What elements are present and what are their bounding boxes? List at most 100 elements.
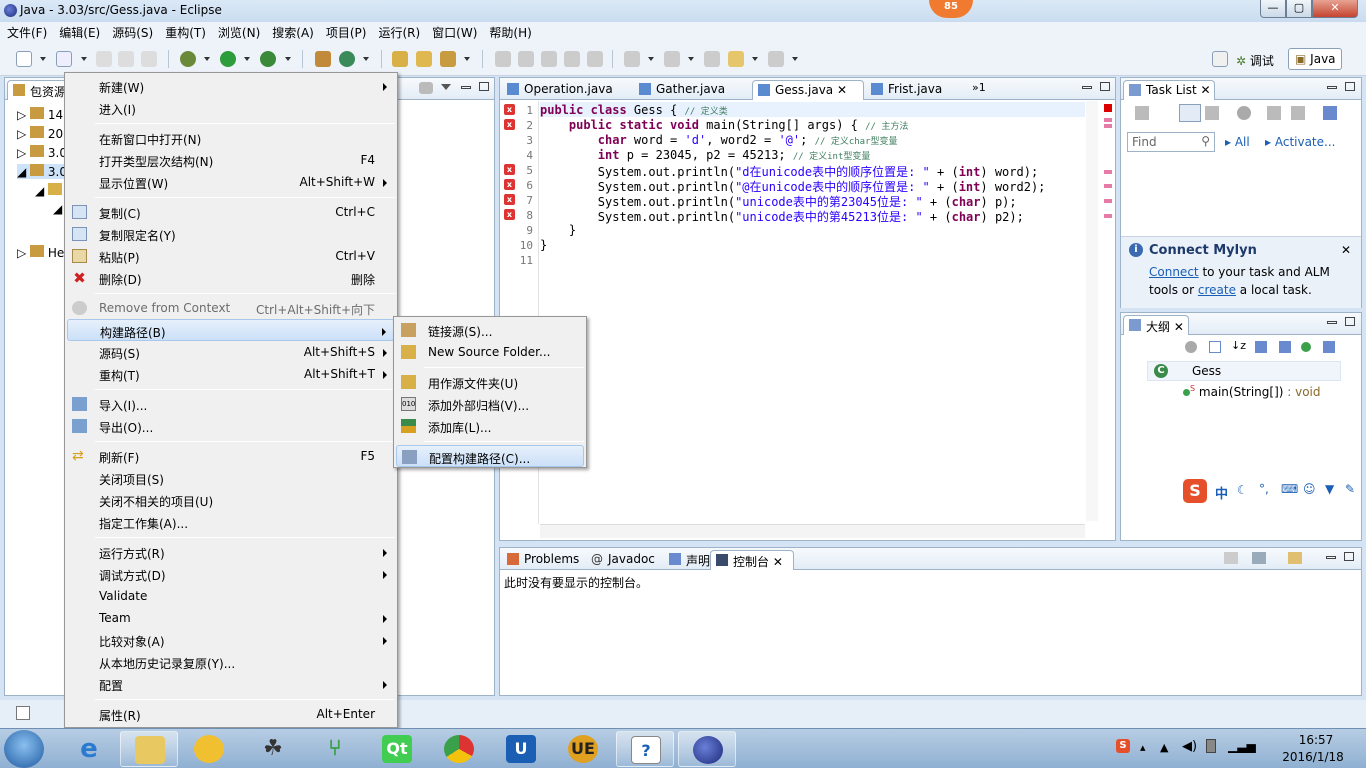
new-package-icon[interactable] — [315, 51, 331, 67]
sort-icon[interactable]: ↓z — [1231, 339, 1246, 352]
error-icon[interactable]: x — [504, 209, 515, 220]
overview-marker[interactable] — [1104, 170, 1112, 174]
focus-icon[interactable] — [1237, 106, 1251, 120]
close-tab-icon[interactable]: ✕ — [837, 83, 847, 97]
close-tab-icon[interactable]: ✕ — [1201, 83, 1211, 97]
error-icon[interactable]: x — [504, 179, 515, 190]
sogou-tray-icon[interactable]: S — [1116, 739, 1130, 753]
menu-item-open-new-window[interactable]: 在新窗口中打开(N) — [67, 127, 395, 149]
tab-console[interactable]: 控制台 ✕ — [710, 550, 794, 570]
display-selected-icon[interactable] — [1224, 552, 1238, 564]
open-perspective-icon[interactable] — [1212, 51, 1228, 67]
scheduled-icon[interactable] — [1205, 106, 1219, 120]
overview-marker[interactable] — [1104, 118, 1112, 122]
tab-operation-java[interactable]: Operation.java — [502, 80, 632, 100]
overview-marker[interactable] — [1104, 124, 1112, 128]
collapse-all-icon[interactable] — [1209, 341, 1221, 353]
menu-item-assign-working-set[interactable]: 指定工作集(A)... — [67, 511, 395, 533]
forward-icon[interactable] — [768, 51, 784, 67]
menu-item-close-project[interactable]: 关闭项目(S) — [67, 467, 395, 489]
menu-refactor[interactable]: 重构(T) — [158, 22, 211, 41]
code-line[interactable]: System.out.println("unicode表中的第45213位是: … — [540, 208, 1024, 225]
menu-item-build-path[interactable]: 构建路径(B) — [67, 319, 395, 341]
error-icon[interactable]: x — [504, 119, 515, 130]
overview-marker[interactable] — [1104, 214, 1112, 218]
tab-gather-java[interactable]: Gather.java — [634, 80, 752, 100]
menu-item-source[interactable]: 源码(S) Alt+Shift+S — [67, 341, 395, 363]
menu-item-team[interactable]: Team — [67, 607, 395, 629]
connect-link[interactable]: Connect — [1149, 265, 1199, 279]
close-mylyn-icon[interactable]: ✕ — [1341, 243, 1351, 257]
save-copy-icon[interactable] — [118, 51, 134, 67]
activate-link[interactable]: ▸ Activate... — [1265, 135, 1335, 149]
tree-item[interactable]: ◢ — [35, 183, 63, 198]
maximize-view-icon[interactable] — [1344, 552, 1354, 561]
hide-static-icon[interactable] — [1279, 341, 1291, 353]
menu-item-configure[interactable]: 配置 — [67, 673, 395, 695]
toggle-icon[interactable] — [1185, 341, 1197, 353]
maximize-view-icon[interactable] — [1345, 317, 1355, 326]
notification-badge[interactable]: 85 — [929, 0, 973, 18]
run-external-icon[interactable] — [260, 51, 276, 67]
maximize-editor-icon[interactable] — [1100, 82, 1110, 91]
print-icon[interactable] — [141, 51, 157, 67]
collapse-all-icon[interactable] — [1267, 106, 1281, 120]
menu-item-configure-build-path[interactable]: 配置构建路径(C)... — [396, 445, 584, 467]
menu-item-copy[interactable]: 复制(C) Ctrl+C — [67, 201, 395, 223]
menu-item-import[interactable]: 导入(I)... — [67, 393, 395, 415]
code-line[interactable]: public static void main(String[] args) {… — [540, 118, 908, 132]
clock-time[interactable]: 16:57 — [1286, 733, 1346, 747]
hide-nonpublic-icon[interactable] — [1301, 342, 1311, 352]
vertical-scrollbar[interactable] — [1086, 101, 1098, 521]
error-icon[interactable]: x — [504, 104, 515, 115]
overview-marker[interactable] — [1104, 199, 1112, 203]
menu-item-copy-qualified-name[interactable]: 复制限定名(Y) — [67, 223, 395, 245]
battery-icon[interactable] — [1206, 739, 1216, 753]
last-edit-icon[interactable] — [704, 51, 720, 67]
menu-search[interactable]: 搜索(A) — [265, 22, 319, 41]
menu-item-use-as-source-folder[interactable]: 用作源文件夹(U) — [396, 371, 584, 393]
menu-item-delete[interactable]: ✖ 删除(D) 删除 — [67, 267, 395, 289]
outline-method-item[interactable]: S main(String[]) : void — [1183, 384, 1321, 399]
menu-item-link-source[interactable]: 链接源(S)... — [396, 319, 584, 341]
minimize-view-icon[interactable] — [1327, 86, 1337, 89]
tab-task-list[interactable]: Task List ✕ — [1123, 80, 1215, 100]
menu-item-add-external-archives[interactable]: 010 添加外部归档(V)... — [396, 393, 584, 415]
block-icon[interactable] — [564, 51, 580, 67]
annotation-icon[interactable] — [495, 51, 511, 67]
menu-item-new[interactable]: 新建(W) — [67, 75, 395, 97]
search-icon[interactable] — [440, 51, 456, 67]
code-line[interactable]: } — [540, 238, 547, 252]
menu-item-show-in[interactable]: 显示位置(W) Alt+Shift+W — [67, 171, 395, 193]
perspective-debug[interactable]: ✲ 调试 — [1236, 52, 1274, 69]
overview-error-marker[interactable] — [1104, 104, 1112, 112]
new-class-icon[interactable] — [339, 51, 355, 67]
error-icon[interactable]: x — [504, 164, 515, 175]
save-all-icon[interactable] — [96, 51, 112, 67]
tree-item[interactable]: ▷ 3.0 — [17, 145, 67, 160]
taskbar-weather[interactable] — [180, 731, 238, 767]
network-icon[interactable]: ▁▃▅ — [1228, 739, 1256, 753]
maximize-view-icon[interactable] — [1345, 82, 1355, 91]
tree-item-selected[interactable]: ◢ 3.0 — [17, 164, 71, 179]
open-folder-icon[interactable] — [416, 51, 432, 67]
close-tab-icon[interactable]: ✕ — [773, 555, 783, 569]
menu-item-properties[interactable]: 属性(R) Alt+Enter — [67, 703, 395, 725]
start-button[interactable] — [4, 730, 44, 768]
close-tab-icon[interactable]: ✕ — [1174, 320, 1184, 334]
taskbar-sourcetree[interactable]: ⑂ — [306, 731, 364, 767]
tree-item[interactable]: ▷ 20 — [17, 126, 63, 141]
ime-toolbar[interactable]: S 中 ☾ °, ⌨ ☺ ▼ ✎ — [1181, 479, 1361, 505]
tab-problems[interactable]: Problems — [502, 550, 586, 570]
fast-view-icon[interactable] — [16, 706, 30, 720]
menu-source[interactable]: 源码(S) — [105, 22, 158, 41]
debug-icon[interactable] — [180, 51, 196, 67]
next-annotation-icon[interactable] — [624, 51, 640, 67]
minimize-view-icon[interactable] — [461, 86, 471, 89]
menu-item-go-into[interactable]: 进入(I) — [67, 97, 395, 119]
menu-item-type-hierarchy[interactable]: 打开类型层次结构(N) F4 — [67, 149, 395, 171]
link-editor-icon[interactable] — [419, 82, 433, 94]
categorized-icon[interactable] — [1179, 104, 1201, 122]
maximize-button[interactable]: ▢ — [1286, 0, 1312, 18]
overview-marker[interactable] — [1104, 184, 1112, 188]
